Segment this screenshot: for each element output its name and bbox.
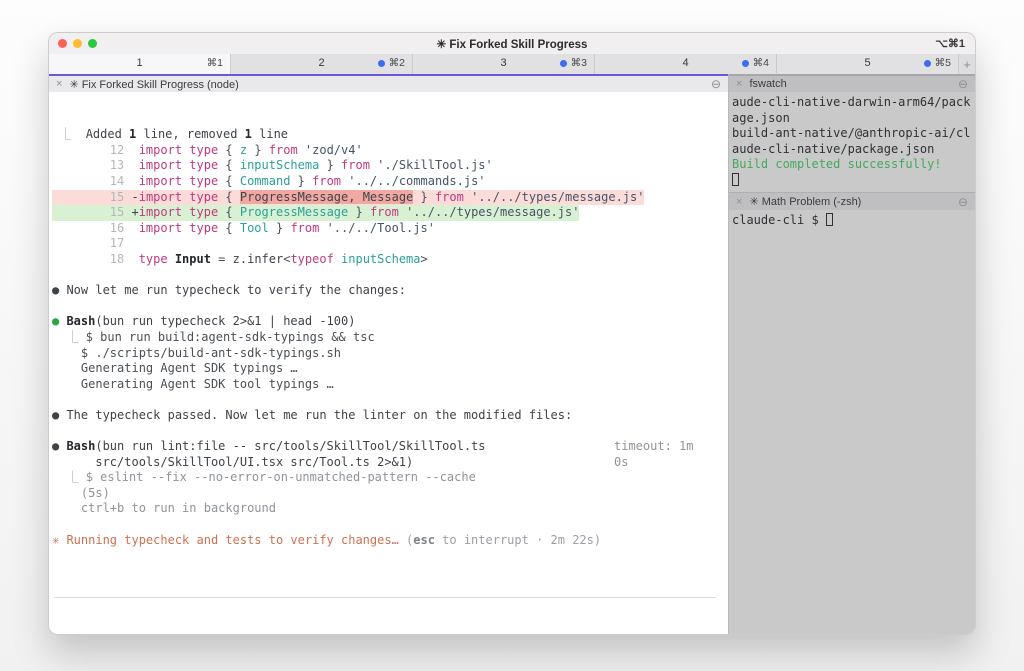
tab-5[interactable]: 5⌘5 [777,54,959,74]
close-pane-icon[interactable]: × [56,78,62,90]
tab-4[interactable]: 4⌘4 [595,54,777,74]
tab-shortcut: ⌘2 [389,57,405,69]
terminal-line: 18 type Input = z.infer<typeof inputSche… [52,252,728,268]
terminal-line: build-ant-native/@anthropic-ai/cl [732,126,975,142]
window-title: ✳ Fix Forked Skill Progress [49,37,975,51]
terminal-line: 13 import type { inputSchema } from './S… [52,158,728,174]
title-bar: ✳ Fix Forked Skill Progress ⌥⌘1 [49,33,975,54]
prompt-input[interactable]: > [52,630,728,635]
pane-menu-icon[interactable]: ⊖ [958,77,968,91]
tab-bar: 1⌘12⌘23⌘34⌘45⌘5+ [49,54,975,74]
close-pane-icon[interactable]: × [736,196,742,208]
terminal-line: $ ./scripts/build-ant-sdk-typings.sh [52,346,728,362]
terminal-line: Build completed successfully! [732,157,975,173]
window-shortcut-hint: ⌥⌘1 [935,37,965,50]
tab-shortcut: ⌘3 [571,57,587,69]
terminal-line: aude-cli-native-darwin-arm64/pack [732,95,975,111]
tab-2[interactable]: 2⌘2 [231,54,413,74]
tab-shortcut: ⌘5 [935,57,951,69]
terminal-line [52,299,728,315]
tab-3[interactable]: 3⌘3 [413,54,595,74]
math-terminal: claude-cli $ [729,210,975,635]
new-tab-button[interactable]: + [959,54,975,74]
tab-shortcut-group: ⌘1 [207,57,223,69]
hollow-cursor [826,213,833,226]
terminal-line [52,423,728,439]
tab-shortcut-group: ⌘5 [924,57,951,69]
terminal-line: age.json [732,111,975,127]
terminal-line: ✳ Running typecheck and tests to verify … [52,533,728,549]
bash-meta-info: 0s [614,455,628,471]
activity-dot-icon [924,60,931,67]
tab-shortcut-group: ⌘3 [560,57,587,69]
terminal-line: Generating Agent SDK tool typings … [52,377,728,393]
terminal-line: (5s) [52,486,728,502]
terminal-line: ● The typecheck passed. Now let me run t… [52,408,728,424]
math-pane-title: ✳ Math Problem (-zsh) [749,195,861,208]
activity-dot-icon [742,60,749,67]
math-problem-pane[interactable]: × ✳ Math Problem (-zsh) ⊖ claude-cli $ [729,192,975,635]
terminal-line [52,517,728,533]
fswatch-terminal: aude-cli-native-darwin-arm64/package.jso… [729,92,975,192]
fswatch-pane-header: × fswatch ⊖ [729,74,975,92]
tab-shortcut: ⌘1 [207,57,223,69]
terminal-line: ● Bash(bun run lint:file -- src/tools/Sk… [52,439,728,455]
hollow-cursor [732,173,739,186]
terminal-line: 16 import type { Tool } from '../../Tool… [52,221,728,237]
terminal-line: ctrl+b to run in background [52,501,728,517]
tab-shortcut-group: ⌘2 [378,57,405,69]
terminal-line: ⎿ $ eslint --fix --no-error-on-unmatched… [52,470,728,486]
fswatch-pane-title: fswatch [749,78,786,90]
tab-shortcut-group: ⌘4 [742,57,769,69]
diff-added-line: 15 +import type { ProgressMessage } from… [52,205,579,221]
right-pane-column: × fswatch ⊖ aude-cli-native-darwin-arm64… [729,74,975,635]
tab-1[interactable]: 1⌘1 [49,54,231,74]
terminal-line: 15 -import type { ProgressMessage, Messa… [52,190,728,206]
left-pane-title: ✳ Fix Forked Skill Progress (node) [69,78,238,91]
close-pane-icon[interactable]: × [736,78,742,90]
terminal-line: ● Bash(bun run typecheck 2>&1 | head -10… [52,314,728,330]
bash-meta-info: timeout: 1m [614,439,693,455]
terminal-line: 15 +import type { ProgressMessage } from… [52,205,728,221]
pane-menu-icon[interactable]: ⊖ [711,77,721,91]
activity-dot-icon [560,60,567,67]
terminal-line: ● Now let me run typecheck to verify the… [52,283,728,299]
tab-shortcut: ⌘4 [753,57,769,69]
claude-code-terminal: ⎿ Added 1 line, removed 1 line 12 import… [49,92,728,635]
terminal-output: ⎿ Added 1 line, removed 1 line 12 import… [52,127,728,548]
terminal-line: 14 import type { Command } from '../../c… [52,174,728,190]
terminal-line: claude-cli $ [732,213,975,229]
terminal-line: ⎿ $ bun run build:agent-sdk-typings && t… [52,330,728,346]
activity-dot-icon [378,60,385,67]
terminal-window: ✳ Fix Forked Skill Progress ⌥⌘1 1⌘12⌘23⌘… [48,32,976,635]
terminal-line: 12 import type { z } from 'zod/v4' [52,143,728,159]
terminal-line [52,268,728,284]
claude-code-pane: × ✳ Fix Forked Skill Progress (node) ⊖ ⎿… [49,74,729,635]
terminal-line: ⎿ Added 1 line, removed 1 line [52,127,728,143]
terminal-line: 17 [52,236,728,252]
terminal-line [732,173,975,189]
math-pane-header: × ✳ Math Problem (-zsh) ⊖ [729,192,975,210]
pane-container: × ✳ Fix Forked Skill Progress (node) ⊖ ⎿… [49,74,975,635]
fswatch-pane[interactable]: × fswatch ⊖ aude-cli-native-darwin-arm64… [729,74,975,192]
terminal-line: src/tools/SkillTool/UI.tsx src/Tool.ts 2… [52,455,728,471]
terminal-line: Generating Agent SDK typings … [52,361,728,377]
left-pane-header: × ✳ Fix Forked Skill Progress (node) ⊖ [49,74,728,92]
prompt-divider-top [54,597,716,598]
tab-number: 1 [49,57,230,69]
pane-menu-icon[interactable]: ⊖ [958,195,968,209]
terminal-line [52,392,728,408]
terminal-line: aude-cli-native/package.json [732,142,975,158]
diff-removed-line: 15 -import type { ProgressMessage, Messa… [52,190,644,206]
